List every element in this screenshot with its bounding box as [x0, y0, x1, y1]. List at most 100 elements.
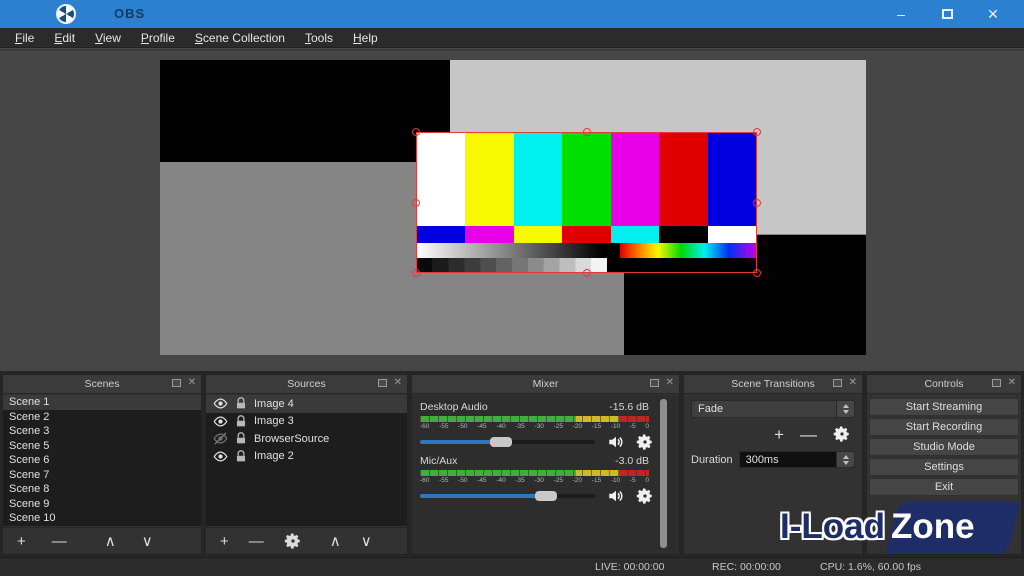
meter-tick-label: -25: [554, 423, 563, 430]
duration-spinbox[interactable]: 300ms: [739, 451, 855, 468]
settings-button[interactable]: Settings: [869, 458, 1019, 476]
visibility-eye-icon[interactable]: [213, 396, 228, 411]
meter-tick-label: -60: [420, 477, 429, 484]
scenes-panel: Scenes ✕ Scene 1 Scene 2 Scene 3 Scene 5…: [2, 374, 202, 555]
scene-list-item[interactable]: Scene 1: [3, 395, 201, 410]
chevron-up-icon: [843, 404, 849, 408]
maximize-button[interactable]: [924, 0, 970, 28]
cpu-fps-status: CPU: 1.6%, 60.00 fps: [820, 561, 921, 573]
resize-handle-top-center[interactable]: [583, 128, 591, 136]
remove-scene-button[interactable]: —: [52, 534, 67, 549]
menu-tools[interactable]: Tools: [300, 29, 344, 47]
source-name: Image 2: [254, 450, 294, 462]
scene-list-item[interactable]: Scene 6: [3, 453, 201, 468]
visibility-eye-icon[interactable]: [213, 449, 228, 464]
source-list-item[interactable]: Image 4: [206, 395, 407, 413]
resize-handle-mid-left[interactable]: [412, 199, 420, 207]
source-name: Image 4: [254, 398, 294, 410]
close-icon[interactable]: ✕: [394, 378, 402, 388]
transitions-panel-header[interactable]: Scene Transitions ✕: [684, 375, 862, 394]
transition-select[interactable]: Fade: [691, 400, 855, 418]
menu-profile[interactable]: Profile: [136, 29, 186, 47]
mixer-panel-header[interactable]: Mixer ✕: [412, 375, 679, 394]
mixer-channel-mic-aux: Mic/Aux -3.0 dB -60-55-50-45-40-35-30-25…: [420, 455, 649, 502]
mixer-body: Desktop Audio -15.6 dB -60-55-50-45-40-3…: [412, 395, 679, 554]
menu-bar: File Edit View Profile Scene Collection …: [0, 28, 1024, 48]
meter-tick-label: -60: [420, 423, 429, 430]
scene-list-item[interactable]: Scene 5: [3, 439, 201, 454]
move-scene-up-button[interactable]: ∧: [105, 534, 116, 549]
lock-icon[interactable]: [235, 397, 247, 410]
resize-handle-top-left[interactable]: [412, 128, 420, 136]
float-window-icon[interactable]: [378, 379, 387, 387]
scene-list-item[interactable]: Scene 3: [3, 424, 201, 439]
add-source-button[interactable]: +: [220, 534, 229, 549]
start-recording-button[interactable]: Start Recording: [869, 418, 1019, 436]
volume-slider-handle[interactable]: [535, 491, 557, 501]
scene-list-item[interactable]: Scene 9: [3, 497, 201, 512]
mixer-scrollbar[interactable]: [660, 399, 667, 548]
resize-handle-bottom-right[interactable]: [753, 269, 761, 277]
close-icon[interactable]: ✕: [849, 378, 857, 388]
menu-view[interactable]: View: [90, 29, 132, 47]
close-button[interactable]: ✕: [970, 0, 1016, 28]
close-icon[interactable]: ✕: [188, 378, 196, 388]
menu-file[interactable]: File: [10, 29, 45, 47]
add-transition-button[interactable]: +: [774, 427, 784, 442]
lock-icon[interactable]: [235, 450, 247, 463]
resize-handle-mid-right[interactable]: [753, 199, 761, 207]
visibility-eye-icon[interactable]: [213, 414, 228, 429]
minimize-button[interactable]: –: [878, 0, 924, 28]
transition-select-spinner[interactable]: [836, 401, 854, 417]
move-source-up-button[interactable]: ∧: [330, 534, 341, 549]
volume-slider[interactable]: [420, 494, 595, 498]
scenes-panel-header[interactable]: Scenes ✕: [3, 375, 201, 394]
scene-list-item[interactable]: Scene 10: [3, 511, 201, 526]
channel-settings-gear-icon[interactable]: [636, 487, 654, 505]
resize-handle-bottom-center[interactable]: [583, 269, 591, 277]
channel-settings-gear-icon[interactable]: [636, 433, 654, 451]
scene-list-item[interactable]: Scene 7: [3, 468, 201, 483]
start-streaming-button[interactable]: Start Streaming: [869, 398, 1019, 416]
scene-list-item[interactable]: Scene 8: [3, 482, 201, 497]
visibility-eye-hidden-icon[interactable]: [213, 431, 228, 446]
menu-scene-collection[interactable]: Scene Collection: [190, 29, 296, 47]
scene-region-black-topleft: [160, 60, 450, 162]
add-scene-button[interactable]: +: [17, 534, 26, 549]
duration-spinner[interactable]: [836, 452, 854, 467]
scene-list-item[interactable]: Scene 2: [3, 410, 201, 425]
remove-transition-button[interactable]: —: [800, 427, 817, 442]
move-source-down-button[interactable]: ∨: [361, 534, 372, 549]
close-icon[interactable]: ✕: [1008, 378, 1016, 388]
float-window-icon[interactable]: [833, 379, 842, 387]
lock-icon[interactable]: [235, 415, 247, 428]
menu-help[interactable]: Help: [348, 29, 389, 47]
preview-area: [0, 49, 1024, 371]
float-window-icon[interactable]: [650, 379, 659, 387]
move-scene-down-button[interactable]: ∨: [142, 534, 153, 549]
resize-handle-bottom-left[interactable]: [412, 269, 420, 277]
lock-icon[interactable]: [235, 432, 247, 445]
volume-slider-handle[interactable]: [490, 437, 512, 447]
exit-button[interactable]: Exit: [869, 478, 1019, 496]
float-window-icon[interactable]: [172, 379, 181, 387]
volume-slider[interactable]: [420, 440, 595, 444]
remove-source-button[interactable]: —: [249, 534, 264, 549]
gradient-strip: [417, 243, 756, 258]
sources-panel-header[interactable]: Sources ✕: [206, 375, 407, 394]
speaker-icon[interactable]: [606, 433, 626, 451]
speaker-icon[interactable]: [606, 487, 626, 505]
source-list-item[interactable]: Image 2: [206, 448, 407, 466]
close-icon[interactable]: ✕: [666, 378, 674, 388]
mixer-panel: Mixer ✕ Desktop Audio -15.6 dB -60-55-50…: [411, 374, 680, 555]
resize-handle-top-right[interactable]: [753, 128, 761, 136]
menu-edit[interactable]: Edit: [49, 29, 86, 47]
transition-properties-gear-icon[interactable]: [833, 425, 851, 443]
controls-panel-header[interactable]: Controls ✕: [867, 375, 1021, 394]
selected-source-test-pattern[interactable]: [416, 132, 757, 273]
float-window-icon[interactable]: [992, 379, 1001, 387]
source-properties-gear-icon[interactable]: [284, 532, 302, 550]
source-list-item[interactable]: Image 3: [206, 413, 407, 431]
source-list-item[interactable]: BrowserSource: [206, 430, 407, 448]
studio-mode-button[interactable]: Studio Mode: [869, 438, 1019, 456]
